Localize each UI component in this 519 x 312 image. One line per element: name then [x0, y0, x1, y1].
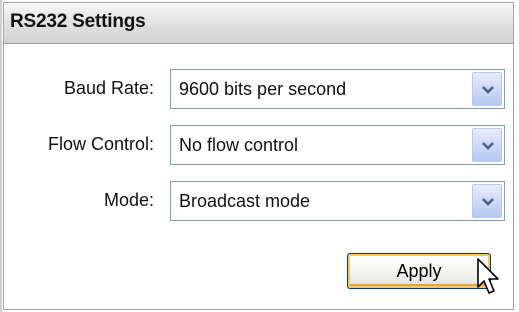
- mode-label: Mode:: [103, 190, 154, 210]
- baud-rate-value: 9600 bits per second: [179, 79, 347, 99]
- chevron-down-icon: [482, 198, 494, 206]
- apply-button[interactable]: Apply: [347, 253, 491, 289]
- baud-rate-label: Baud Rate:: [63, 78, 154, 98]
- rs232-settings-panel: RS232 Settings Baud Rate: 9600 bits per …: [3, 2, 514, 310]
- chevron-down-icon: [482, 142, 494, 150]
- mouse-pointer-icon: [477, 258, 499, 294]
- panel-header: RS232 Settings: [4, 3, 513, 44]
- flow-control-select[interactable]: No flow control: [170, 125, 505, 165]
- mode-dropdown-button[interactable]: [472, 184, 502, 218]
- flow-control-label: Flow Control:: [47, 134, 154, 154]
- baud-rate-select[interactable]: 9600 bits per second: [170, 69, 505, 109]
- window-edge: [0, 0, 2, 312]
- flow-control-value: No flow control: [179, 135, 299, 155]
- panel-title: RS232 Settings: [10, 11, 146, 32]
- mode-value: Broadcast mode: [179, 191, 311, 211]
- baud-rate-dropdown-button[interactable]: [472, 72, 502, 106]
- flow-control-dropdown-button[interactable]: [472, 128, 502, 162]
- chevron-down-icon: [482, 86, 494, 94]
- mode-select[interactable]: Broadcast mode: [170, 181, 505, 221]
